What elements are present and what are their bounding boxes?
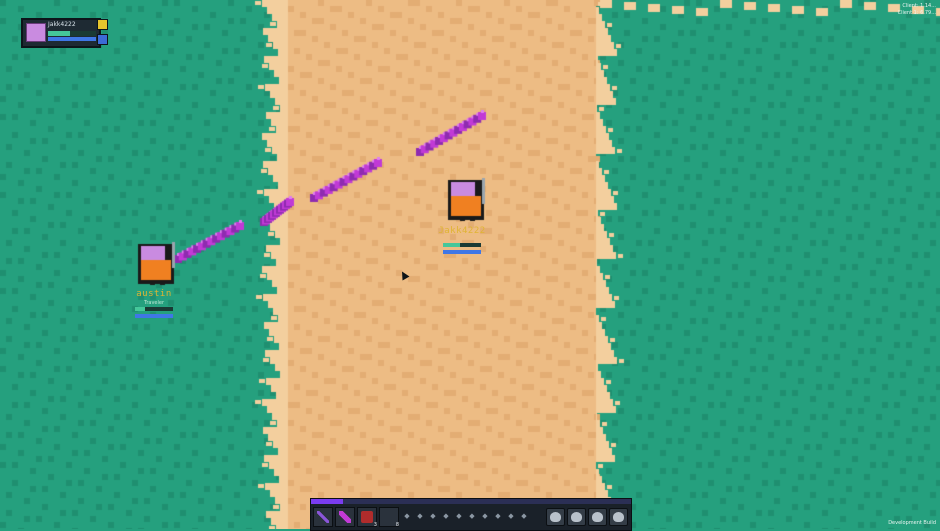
experience-bar xyxy=(311,499,631,504)
hotbar-slot-4[interactable]: 8 xyxy=(379,507,399,528)
lock-icon[interactable] xyxy=(97,19,108,30)
player-name: Jakk4222 xyxy=(48,21,76,28)
player-portrait-icon xyxy=(26,23,46,42)
spell-8-icon[interactable]: ◆ xyxy=(494,512,502,520)
spell-5-icon[interactable]: ◆ xyxy=(455,512,463,520)
options-icon[interactable] xyxy=(97,34,108,45)
player-nameplate: Jakk4222 xyxy=(438,226,486,236)
player-mana-bar-overhead xyxy=(443,250,481,254)
hotbar: 3 8 ◆ ◆ ◆ ◆ ◆ ◆ ◆ ◆ ◆ ◆ xyxy=(310,498,632,531)
austin-health-bar xyxy=(135,307,173,311)
austin-mana-bar xyxy=(135,314,173,318)
client-info-line: Client: 1.14... xyxy=(902,3,936,9)
hotbar-slot-3[interactable]: 3 xyxy=(357,507,377,528)
empty-slot-icon xyxy=(383,511,395,523)
austin-nameplate[interactable]: austin xyxy=(124,289,184,299)
spell-10-icon[interactable]: ◆ xyxy=(520,512,528,520)
player-mana-bar xyxy=(48,37,96,41)
spell-4-icon[interactable]: ◆ xyxy=(442,512,450,520)
client-info: Client: 1.14... Client 1: 6.79... xyxy=(898,3,936,17)
player-health-bar xyxy=(48,31,96,36)
player-health-bar-overhead xyxy=(443,243,481,247)
magenta-staff-icon xyxy=(339,511,351,523)
spell-1-icon[interactable]: ◆ xyxy=(403,512,411,520)
red-tome-icon xyxy=(361,511,373,523)
spell-6-icon[interactable]: ◆ xyxy=(468,512,476,520)
dev-build-label: Development Build xyxy=(888,520,936,526)
spell-7-icon[interactable]: ◆ xyxy=(481,512,489,520)
player-status-frame: Jakk4222 xyxy=(21,18,101,48)
bag-1-icon[interactable] xyxy=(546,508,565,526)
spell-3-icon[interactable]: ◆ xyxy=(429,512,437,520)
bag-3-icon[interactable] xyxy=(588,508,607,526)
hotbar-slot-2[interactable] xyxy=(335,507,355,527)
bag-2-icon[interactable] xyxy=(567,508,586,526)
purple-sword-icon xyxy=(317,511,329,523)
client-info-line: Client 1: 6.79... xyxy=(897,10,936,16)
spell-2-icon[interactable]: ◆ xyxy=(416,512,424,520)
austin-title: Traveler xyxy=(144,300,164,306)
hotbar-slot-1[interactable] xyxy=(313,507,333,527)
game-world[interactable] xyxy=(0,0,940,529)
spell-9-icon[interactable]: ◆ xyxy=(507,512,515,520)
bag-4-icon[interactable] xyxy=(609,508,628,526)
